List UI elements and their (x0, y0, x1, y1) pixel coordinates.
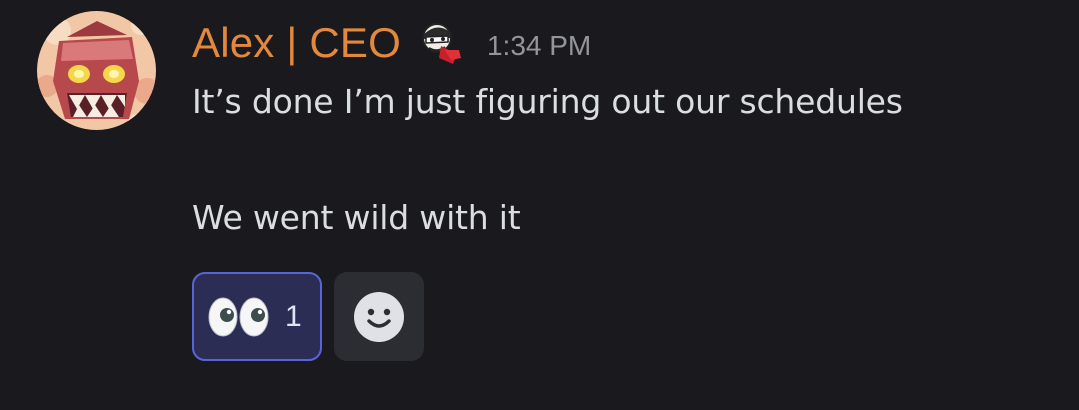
author-name[interactable]: Alex | CEO (192, 19, 401, 67)
reactions-bar: 1 (192, 272, 424, 361)
masked-character-avatar-icon (37, 11, 156, 130)
smiley-face-icon (354, 291, 404, 342)
reaction-count: 1 (285, 299, 302, 333)
avatar[interactable] (37, 11, 156, 130)
message-header: Alex | CEO 1:34 PM (192, 14, 591, 72)
add-reaction-button[interactable] (334, 272, 424, 361)
cartoon-face-role-icon[interactable] (417, 20, 463, 66)
message-text-line: It’s done I’m just figuring out our sche… (192, 82, 903, 121)
eyes-emoji-icon (208, 297, 269, 336)
chat-message: Alex | CEO 1:34 PM It’s done I’m just fi… (0, 0, 1079, 410)
message-text-line: We went wild with it (192, 198, 521, 237)
reaction-eyes-button[interactable]: 1 (192, 272, 322, 361)
message-timestamp[interactable]: 1:34 PM (487, 30, 591, 62)
